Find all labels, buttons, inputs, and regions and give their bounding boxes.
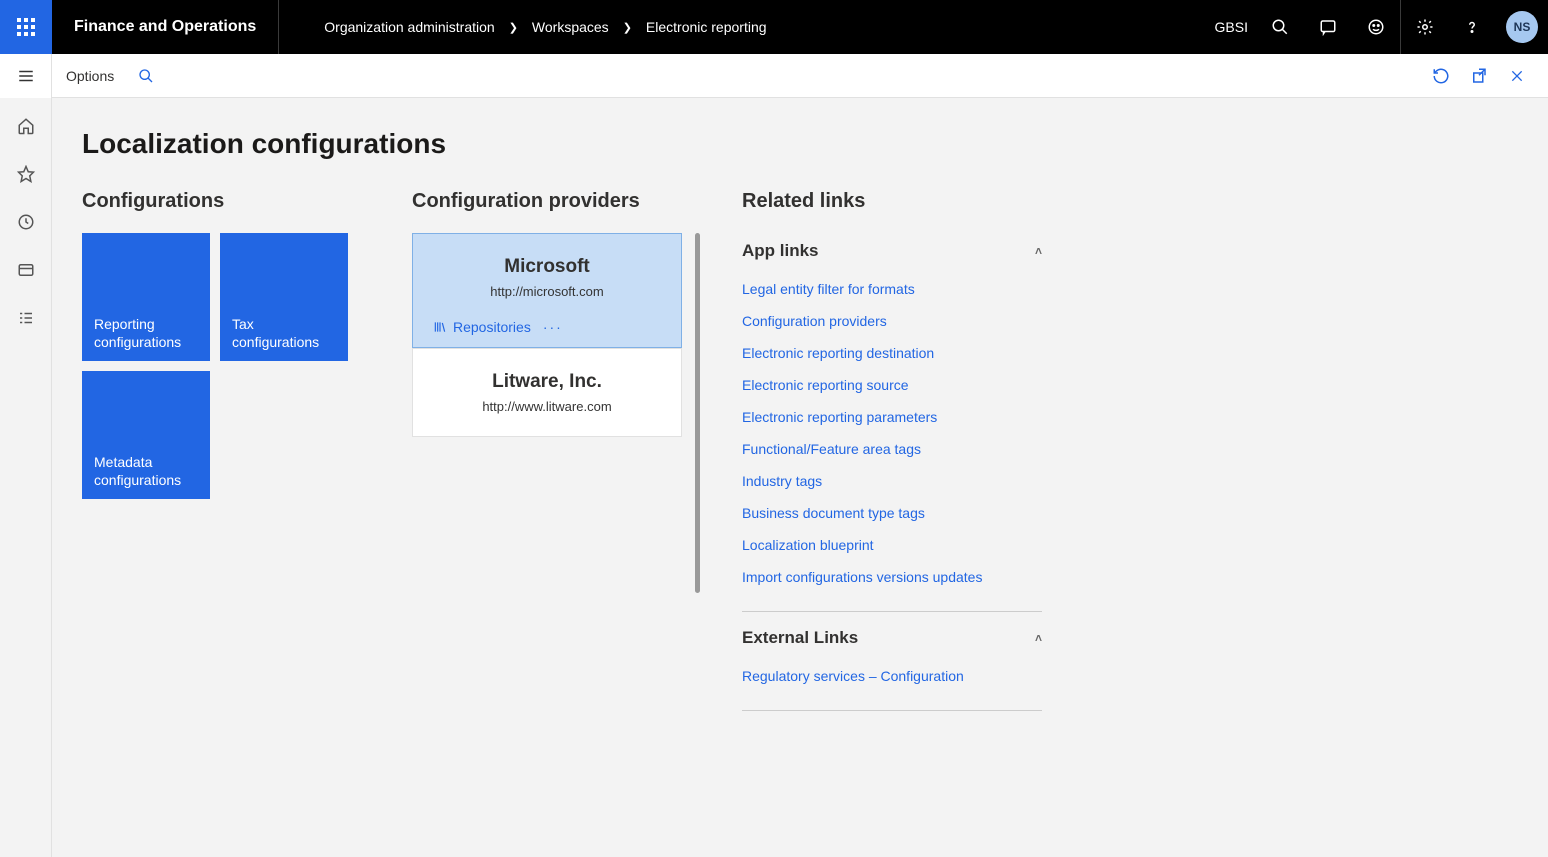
related-links-header: Related links xyxy=(742,190,1042,213)
chevron-up-icon: ˄ xyxy=(1035,244,1042,258)
provider-title: Microsoft xyxy=(433,256,661,278)
messages-icon[interactable] xyxy=(1304,0,1352,54)
refresh-icon[interactable] xyxy=(1424,59,1458,93)
provider-url: http://www.litware.com xyxy=(433,399,661,414)
link-item[interactable]: Configuration providers xyxy=(742,305,1042,337)
providers-scrollbar[interactable] xyxy=(695,233,700,593)
repositories-label: Repositories xyxy=(453,319,531,335)
help-icon[interactable] xyxy=(1448,0,1496,54)
action-bar: Options xyxy=(0,54,1548,98)
home-icon[interactable] xyxy=(10,110,42,142)
providers-section: Configuration providers Microsoft http:/… xyxy=(412,190,692,437)
favorites-icon[interactable] xyxy=(10,158,42,190)
link-item[interactable]: Electronic reporting source xyxy=(742,369,1042,401)
link-item[interactable]: Functional/Feature area tags xyxy=(742,433,1042,465)
chevron-up-icon: ˄ xyxy=(1035,631,1042,645)
breadcrumb-item[interactable]: Workspaces xyxy=(532,19,609,35)
options-menu[interactable]: Options xyxy=(52,68,128,84)
configurations-header: Configurations xyxy=(82,190,362,213)
breadcrumb-item[interactable]: Electronic reporting xyxy=(646,19,767,35)
provider-card-litware[interactable]: Litware, Inc. http://www.litware.com xyxy=(412,348,682,437)
user-avatar[interactable]: NS xyxy=(1506,11,1538,43)
nav-toggle-button[interactable] xyxy=(0,54,52,98)
providers-header: Configuration providers xyxy=(412,190,692,213)
books-icon xyxy=(433,320,447,334)
link-item[interactable]: Electronic reporting destination xyxy=(742,337,1042,369)
feedback-icon[interactable] xyxy=(1352,0,1400,54)
modules-icon[interactable] xyxy=(10,302,42,334)
close-icon[interactable] xyxy=(1500,59,1534,93)
settings-icon[interactable] xyxy=(1400,0,1448,54)
app-title[interactable]: Finance and Operations xyxy=(52,0,279,54)
chevron-right-icon: ❯ xyxy=(509,21,518,34)
tile-reporting-configurations[interactable]: Reporting configurations xyxy=(82,233,210,361)
tile-tax-configurations[interactable]: Tax configurations xyxy=(220,233,348,361)
related-links-section: Related links App links ˄ Legal entity f… xyxy=(742,190,1042,719)
action-search-icon[interactable] xyxy=(128,68,164,84)
app-links-toggle[interactable]: App links ˄ xyxy=(742,233,1042,269)
breadcrumb: Organization administration ❯ Workspaces… xyxy=(324,19,766,35)
search-icon[interactable] xyxy=(1256,0,1304,54)
link-item[interactable]: Localization blueprint xyxy=(742,529,1042,561)
link-item[interactable]: Electronic reporting parameters xyxy=(742,401,1042,433)
tile-label: Metadata configurations xyxy=(94,453,198,489)
external-links-header: External Links xyxy=(742,628,858,648)
link-item[interactable]: Regulatory services – Configuration xyxy=(742,660,1042,692)
link-item[interactable]: Business document type tags xyxy=(742,497,1042,529)
app-links-list: Legal entity filter for formats Configur… xyxy=(742,269,1042,603)
more-icon[interactable]: ··· xyxy=(543,319,563,335)
tile-metadata-configurations[interactable]: Metadata configurations xyxy=(82,371,210,499)
app-launcher-button[interactable] xyxy=(0,0,52,54)
link-item[interactable]: Industry tags xyxy=(742,465,1042,497)
breadcrumb-item[interactable]: Organization administration xyxy=(324,19,494,35)
configurations-section: Configurations Reporting configurations … xyxy=(82,190,362,499)
external-links-list: Regulatory services – Configuration xyxy=(742,656,1042,702)
left-nav-rail xyxy=(0,98,52,857)
link-item[interactable]: Legal entity filter for formats xyxy=(742,273,1042,305)
content-area: Localization configurations Configuratio… xyxy=(52,98,1548,857)
provider-url: http://microsoft.com xyxy=(433,284,661,299)
tile-label: Reporting configurations xyxy=(94,315,198,351)
link-item[interactable]: Import configurations versions updates xyxy=(742,561,1042,593)
external-links-toggle[interactable]: External Links ˄ xyxy=(742,620,1042,656)
repositories-button[interactable]: Repositories xyxy=(433,319,531,335)
provider-title: Litware, Inc. xyxy=(433,371,661,393)
page-title: Localization configurations xyxy=(82,128,1518,160)
workspaces-icon[interactable] xyxy=(10,254,42,286)
recent-icon[interactable] xyxy=(10,206,42,238)
app-links-header: App links xyxy=(742,241,819,261)
top-bar: Finance and Operations Organization admi… xyxy=(0,0,1548,54)
waffle-icon xyxy=(17,18,35,36)
company-label[interactable]: GBSI xyxy=(1215,19,1248,35)
provider-card-microsoft[interactable]: Microsoft http://microsoft.com Repositor… xyxy=(412,233,682,348)
tile-label: Tax configurations xyxy=(232,315,336,351)
popout-icon[interactable] xyxy=(1462,59,1496,93)
chevron-right-icon: ❯ xyxy=(623,21,632,34)
